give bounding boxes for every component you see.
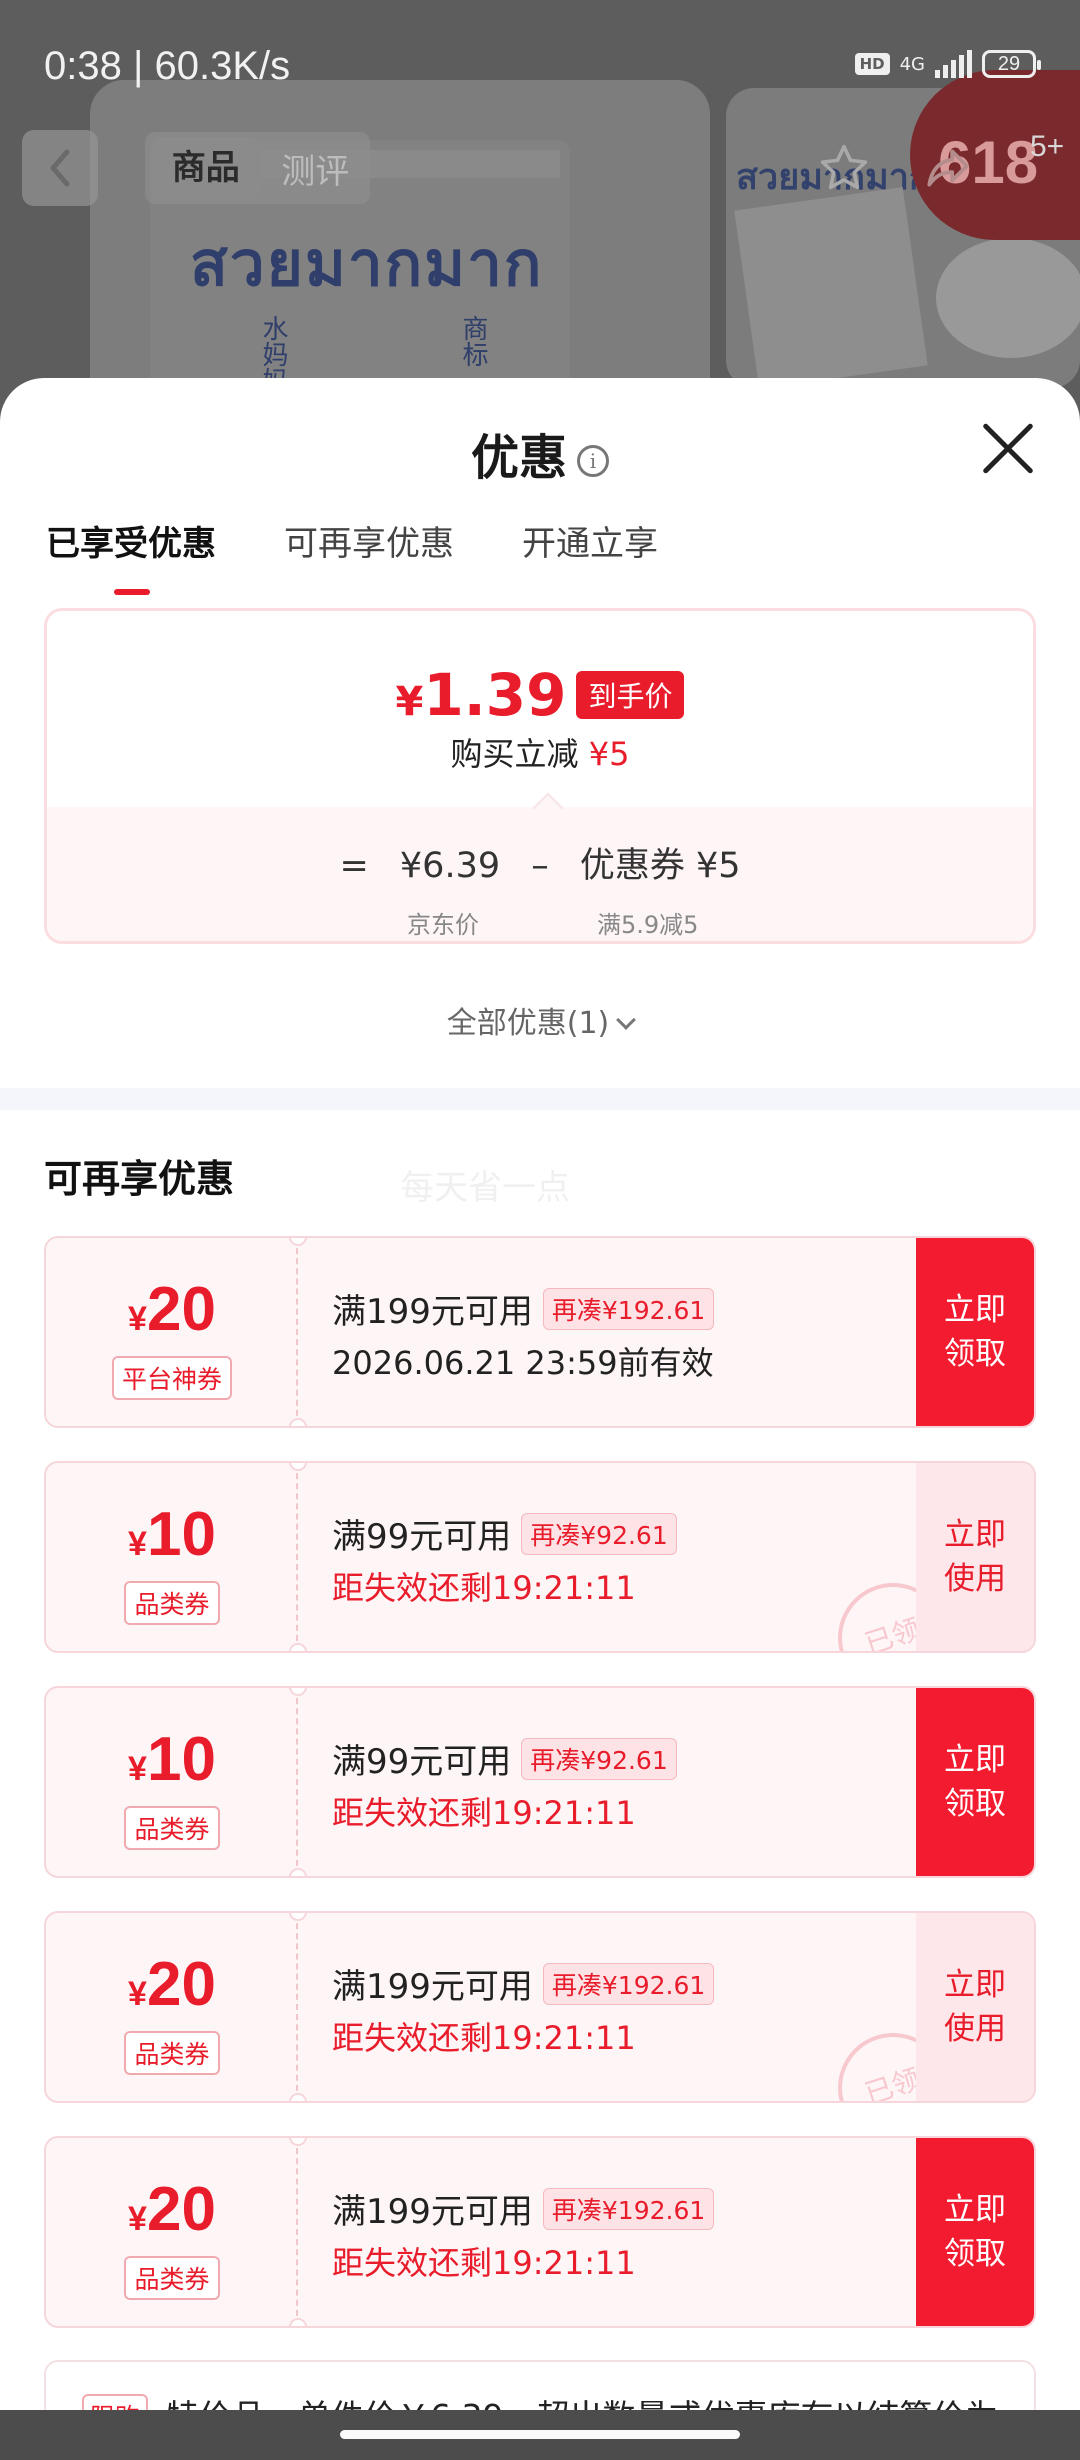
coupon-condition: 满99元可用 再凑¥92.61	[332, 1509, 677, 1558]
status-icons: HD 4G 29	[854, 50, 1041, 78]
coupon-more-needed: 再凑¥92.61	[521, 1513, 677, 1555]
coupon-countdown: 距失效还剩19:21:11	[332, 1569, 636, 1607]
claim-coupon-button[interactable]: 立即 领取	[916, 2138, 1034, 2326]
coupon-value-section: ¥20 品类券	[46, 2138, 298, 2326]
coupon-amount: ¥10	[128, 1500, 216, 1569]
price-summary-card: ¥1.39 到手价 购买立减 ¥5 = ¥6.39 – 优惠券 ¥5 京东价 满5…	[44, 608, 1036, 944]
use-coupon-button[interactable]: 立即 使用	[916, 1463, 1034, 1651]
chevron-left-icon	[50, 149, 70, 187]
close-button[interactable]	[980, 420, 1036, 476]
favorite-button[interactable]	[806, 130, 882, 206]
coupon-type: 品类券	[46, 2256, 298, 2300]
equals-sign: =	[339, 846, 369, 886]
battery-icon: 29	[982, 50, 1041, 78]
promotions-sheet: 优惠 i 已享受优惠 可再享优惠 开通立享 ¥1.39 到手价 购买立减 ¥5 = …	[0, 378, 1080, 2460]
coupon-value-section: ¥10 品类券	[46, 1688, 298, 1876]
coupon-more-needed: 再凑¥192.61	[542, 2188, 715, 2230]
all-promos-toggle[interactable]: 全部优惠(1)	[0, 998, 1080, 1042]
coupon-expiry: 2026.06.21 23:59前有效	[332, 1344, 714, 1382]
network-type: 4G	[899, 53, 925, 75]
coupon-condition: 满199元可用 再凑¥192.61	[332, 1284, 715, 1333]
watermark-text: 每天省一点	[400, 1168, 570, 1208]
coupon-countdown: 距失效还剩19:21:11	[332, 2244, 636, 2282]
reduce-label: 购买立减	[450, 735, 579, 773]
coupon-value-section: ¥20 品类券	[46, 1913, 298, 2101]
coupon-card: ¥10 品类券 满99元可用 再凑¥92.61 距失效还剩19:21:11 已领 …	[44, 1461, 1036, 1653]
use-coupon-button[interactable]: 立即 使用	[916, 1913, 1034, 2101]
side-image-bowl	[936, 238, 1080, 358]
hd-badge: HD	[854, 53, 890, 75]
coupon-condition: 满199元可用 再凑¥192.61	[332, 1959, 715, 2008]
chevron-down-icon	[616, 1010, 637, 1030]
final-price-tag: 到手价	[576, 671, 685, 719]
promo-tabs: 已享受优惠 可再享优惠 开通立享	[46, 516, 658, 595]
jd-price-label: 京东价	[407, 911, 479, 939]
coupon-condition: 满199元可用 再凑¥192.61	[332, 2184, 715, 2233]
coupon-amount: ¥20	[128, 2175, 216, 2244]
coupon-type: 品类券	[46, 1806, 298, 1850]
final-price: ¥1.39	[395, 661, 567, 729]
coupon-type: 品类券	[46, 1581, 298, 1625]
star-icon	[820, 144, 868, 190]
nav-tab-review[interactable]: 测评	[261, 144, 371, 193]
back-button[interactable]	[22, 130, 98, 206]
gesture-bar	[0, 2410, 1080, 2460]
coupon-amount: ¥20	[128, 1950, 216, 2019]
bag-cn-text-right: 商标	[458, 315, 488, 367]
coupon-countdown: 距失效还剩19:21:11	[332, 1794, 636, 1832]
coupon-countdown: 距失效还剩19:21:11	[332, 2019, 636, 2057]
final-price-row: ¥1.39 到手价	[47, 661, 1033, 729]
claim-coupon-button[interactable]: 立即 领取	[916, 1688, 1034, 1876]
coupon-more-needed: 再凑¥192.61	[542, 1288, 715, 1330]
claim-coupon-button[interactable]: 立即 领取	[916, 1238, 1034, 1426]
share-icon	[927, 149, 969, 187]
coupon-card: ¥20 平台神券 满199元可用 再凑¥192.61 2026.06.21 23:…	[44, 1236, 1036, 1428]
tab-activate-promos[interactable]: 开通立享	[522, 516, 658, 565]
coupon-card: ¥10 品类券 满99元可用 再凑¥92.61 距失效还剩19:21:11 立即领…	[44, 1686, 1036, 1878]
tab-more-promos[interactable]: 可再享优惠	[284, 516, 454, 565]
info-icon[interactable]: i	[577, 445, 609, 477]
coupon-rule: 满5.9减5	[597, 911, 699, 939]
all-promos-label: 全部优惠(1)	[446, 1006, 610, 1041]
section-title: 可再享优惠	[44, 1157, 235, 1201]
coupon-card: ¥20 品类券 满199元可用 再凑¥192.61 距失效还剩19:21:11 立…	[44, 2136, 1036, 2328]
home-indicator[interactable]	[340, 2430, 740, 2439]
status-time: 0:38 | 60.3K/s	[44, 44, 291, 88]
bag-thai-text: สวยมากมาก	[190, 227, 544, 300]
nav-tab-product[interactable]: 商品	[151, 137, 261, 199]
signal-icon	[935, 50, 972, 78]
jd-price: ¥6.39	[399, 846, 501, 886]
sheet-title-row: 优惠 i	[0, 418, 1080, 488]
section-divider	[0, 1088, 1080, 1110]
battery-level: 29	[997, 52, 1021, 75]
instant-reduce-row: 购买立减 ¥5	[47, 729, 1033, 775]
coupon-value-section: ¥10 品类券	[46, 1463, 298, 1651]
coupon-more-needed: 再凑¥92.61	[521, 1738, 677, 1780]
share-button[interactable]	[910, 130, 986, 206]
status-bar: 0:38 | 60.3K/s HD 4G 29	[0, 0, 1080, 140]
product-nav-tabs: 商品 测评	[145, 132, 370, 204]
coupon-type: 平台神券	[46, 1356, 298, 1400]
sheet-title: 优惠	[470, 430, 567, 486]
side-image-box	[734, 187, 928, 388]
tab-enjoyed-promos[interactable]: 已享受优惠	[46, 516, 216, 595]
calc-line: = ¥6.39 – 优惠券 ¥5	[47, 837, 1033, 888]
coupon-condition: 满99元可用 再凑¥92.61	[332, 1734, 677, 1783]
coupon-amount: ¥10	[128, 1725, 216, 1794]
coupon-value-section: ¥20 平台神券	[46, 1238, 298, 1426]
coupon-amount: 优惠券 ¥5	[579, 846, 741, 886]
reduce-value: ¥5	[588, 735, 630, 773]
coupon-card: ¥20 品类券 满199元可用 再凑¥192.61 距失效还剩19:21:11 已…	[44, 1911, 1036, 2103]
coupon-type: 品类券	[46, 2031, 298, 2075]
coupon-amount: ¥20	[128, 1275, 216, 1344]
minus-sign: –	[531, 846, 549, 886]
price-calculation: = ¥6.39 – 优惠券 ¥5 京东价 满5.9减5	[47, 807, 1033, 941]
coupon-more-needed: 再凑¥192.61	[542, 1963, 715, 2005]
